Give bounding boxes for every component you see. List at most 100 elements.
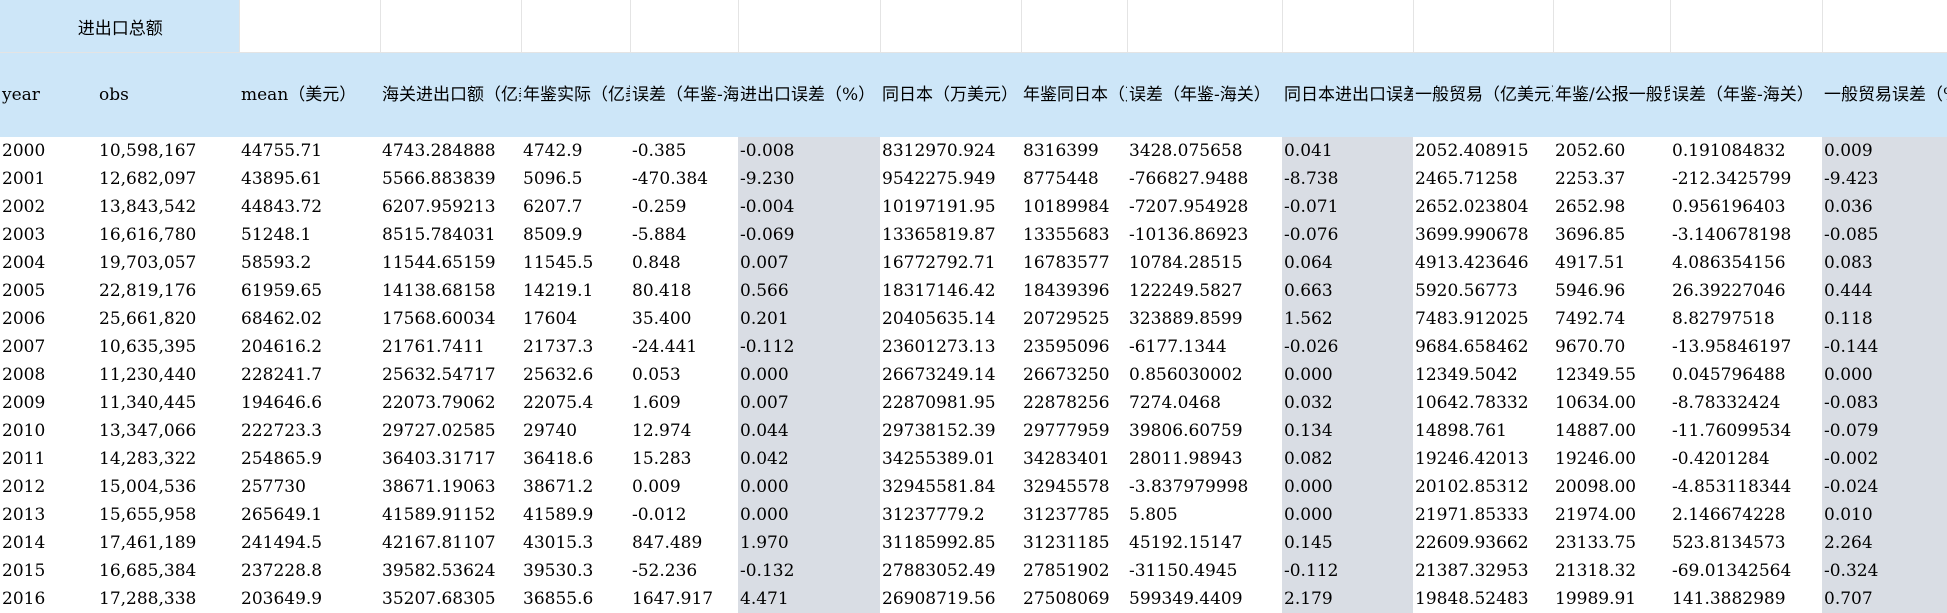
data-cell[interactable]: 2015 (0, 557, 97, 585)
data-cell[interactable]: 19848.52483 (1413, 585, 1553, 613)
header-cell[interactable]: 同日本进出口误差（%） (1282, 52, 1413, 137)
data-cell[interactable]: 4743.284888 (380, 137, 521, 165)
data-cell[interactable]: 2011 (0, 445, 97, 473)
data-cell[interactable]: 10634.00 (1553, 389, 1670, 417)
data-cell[interactable]: 20102.85312 (1413, 473, 1553, 501)
data-cell[interactable]: -0.083 (1822, 389, 1947, 417)
data-cell[interactable]: 2005 (0, 277, 97, 305)
data-cell[interactable]: 22,819,176 (97, 277, 239, 305)
data-cell[interactable]: -0.132 (738, 557, 880, 585)
data-cell[interactable]: 2.146674228 (1670, 501, 1822, 529)
data-cell[interactable]: 2008 (0, 361, 97, 389)
header-cell[interactable]: 年鉴同日本（万美元） (1021, 52, 1127, 137)
data-cell[interactable]: 11544.65159 (380, 249, 521, 277)
data-cell[interactable]: 0.000 (1822, 361, 1947, 389)
data-cell[interactable]: 2052.60 (1553, 137, 1670, 165)
empty-cell[interactable] (880, 0, 1022, 53)
data-cell[interactable]: 3699.990678 (1413, 221, 1553, 249)
data-cell[interactable]: 0.053 (630, 361, 738, 389)
data-cell[interactable]: 18439396 (1021, 277, 1127, 305)
data-cell[interactable]: 8312970.924 (880, 137, 1021, 165)
data-cell[interactable]: 241494.5 (239, 529, 380, 557)
data-cell[interactable]: 4913.423646 (1413, 249, 1553, 277)
data-cell[interactable]: -0.024 (1822, 473, 1947, 501)
data-cell[interactable]: 14887.00 (1553, 417, 1670, 445)
data-cell[interactable]: 5920.56773 (1413, 277, 1553, 305)
data-cell[interactable]: 5566.883839 (380, 165, 521, 193)
data-cell[interactable]: 7492.74 (1553, 305, 1670, 333)
data-cell[interactable]: 2003 (0, 221, 97, 249)
data-cell[interactable]: 31237779.2 (880, 501, 1021, 529)
data-cell[interactable]: 0.032 (1282, 389, 1413, 417)
data-cell[interactable]: 17,288,338 (97, 585, 239, 613)
data-cell[interactable]: 11,340,445 (97, 389, 239, 417)
data-cell[interactable]: 0.045796488 (1670, 361, 1822, 389)
data-cell[interactable]: 15,655,958 (97, 501, 239, 529)
data-cell[interactable]: 45192.15147 (1127, 529, 1282, 557)
data-cell[interactable]: 6207.959213 (380, 193, 521, 221)
data-cell[interactable]: 25632.54717 (380, 361, 521, 389)
data-cell[interactable]: 0.191084832 (1670, 137, 1822, 165)
data-cell[interactable]: -5.884 (630, 221, 738, 249)
data-cell[interactable]: 20098.00 (1553, 473, 1670, 501)
data-cell[interactable]: 20405635.14 (880, 305, 1021, 333)
data-cell[interactable]: 35.400 (630, 305, 738, 333)
data-cell[interactable]: 39582.53624 (380, 557, 521, 585)
data-cell[interactable]: 12349.55 (1553, 361, 1670, 389)
data-cell[interactable]: 34255389.01 (880, 445, 1021, 473)
data-cell[interactable]: 38671.2 (521, 473, 630, 501)
data-cell[interactable]: 0.082 (1282, 445, 1413, 473)
data-cell[interactable]: 10189984 (1021, 193, 1127, 221)
data-cell[interactable]: 7274.0468 (1127, 389, 1282, 417)
data-cell[interactable]: 0.044 (738, 417, 880, 445)
data-cell[interactable]: 21737.3 (521, 333, 630, 361)
data-cell[interactable]: -0.012 (630, 501, 738, 529)
data-cell[interactable]: 44755.71 (239, 137, 380, 165)
data-cell[interactable]: 21761.7411 (380, 333, 521, 361)
empty-cell[interactable] (1553, 0, 1671, 53)
data-cell[interactable]: 0.848 (630, 249, 738, 277)
data-cell[interactable]: 16,685,384 (97, 557, 239, 585)
data-cell[interactable]: -0.112 (1282, 557, 1413, 585)
data-cell[interactable]: -3.837979998 (1127, 473, 1282, 501)
data-cell[interactable]: 68462.02 (239, 305, 380, 333)
data-cell[interactable]: 19246.00 (1553, 445, 1670, 473)
data-cell[interactable]: 228241.7 (239, 361, 380, 389)
data-cell[interactable]: 0.201 (738, 305, 880, 333)
data-cell[interactable]: 23595096 (1021, 333, 1127, 361)
data-cell[interactable]: 34283401 (1021, 445, 1127, 473)
data-cell[interactable]: 38671.19063 (380, 473, 521, 501)
data-cell[interactable]: 2006 (0, 305, 97, 333)
empty-cell[interactable] (630, 0, 739, 53)
data-cell[interactable]: 257730 (239, 473, 380, 501)
data-cell[interactable]: 22870981.95 (880, 389, 1021, 417)
data-cell[interactable]: 16,616,780 (97, 221, 239, 249)
data-cell[interactable]: 29740 (521, 417, 630, 445)
data-cell[interactable]: -8.78332424 (1670, 389, 1822, 417)
data-cell[interactable]: 10,598,167 (97, 137, 239, 165)
data-cell[interactable]: 141.3882989 (1670, 585, 1822, 613)
data-cell[interactable]: -11.76099534 (1670, 417, 1822, 445)
data-cell[interactable]: -6177.1344 (1127, 333, 1282, 361)
data-cell[interactable]: -24.441 (630, 333, 738, 361)
header-cell[interactable]: 同日本（万美元） (880, 52, 1021, 137)
data-cell[interactable]: 847.489 (630, 529, 738, 557)
data-cell[interactable]: 27508069 (1021, 585, 1127, 613)
data-cell[interactable]: 35207.68305 (380, 585, 521, 613)
data-cell[interactable]: 44843.72 (239, 193, 380, 221)
data-cell[interactable]: 8775448 (1021, 165, 1127, 193)
data-cell[interactable]: 8509.9 (521, 221, 630, 249)
data-cell[interactable]: 22878256 (1021, 389, 1127, 417)
data-cell[interactable]: 29738152.39 (880, 417, 1021, 445)
data-cell[interactable]: 21387.32953 (1413, 557, 1553, 585)
data-cell[interactable]: 26908719.56 (880, 585, 1021, 613)
data-cell[interactable]: 2001 (0, 165, 97, 193)
data-cell[interactable]: 0.444 (1822, 277, 1947, 305)
data-cell[interactable]: 16783577 (1021, 249, 1127, 277)
data-cell[interactable]: 17604 (521, 305, 630, 333)
header-cell[interactable]: 进出口误差（%） (738, 52, 880, 137)
data-cell[interactable]: 2016 (0, 585, 97, 613)
data-cell[interactable]: 3696.85 (1553, 221, 1670, 249)
data-cell[interactable]: 22075.4 (521, 389, 630, 417)
data-cell[interactable]: 4.086354156 (1670, 249, 1822, 277)
